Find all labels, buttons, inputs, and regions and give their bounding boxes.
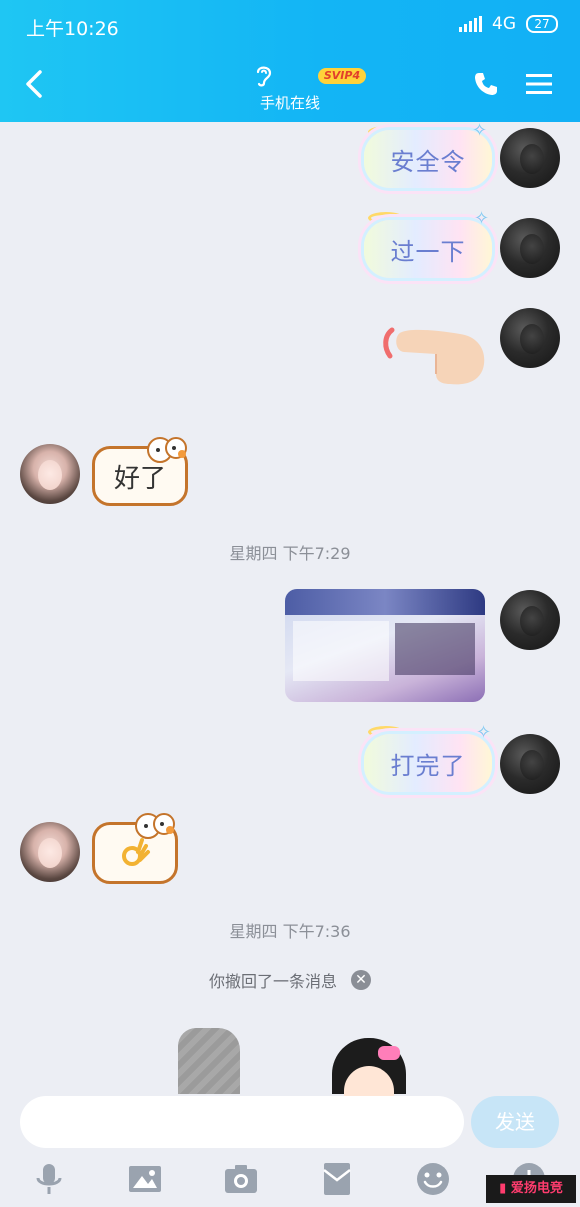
pointing-finger-icon[interactable] bbox=[380, 318, 490, 390]
chat-bubble-sent[interactable]: 过一下 bbox=[364, 220, 492, 278]
chat-header: 上午10:26 4G 27 SVIP4 手机在线 bbox=[0, 0, 580, 122]
watermark-logo: ▮ 爱扬电竞 bbox=[486, 1175, 576, 1203]
recall-notice: 你撤回了一条消息 ✕ bbox=[0, 968, 580, 992]
send-button[interactable]: 发送 bbox=[471, 1096, 559, 1148]
timestamp: 星期四 下午7:29 bbox=[229, 544, 351, 563]
avatar-self[interactable] bbox=[500, 734, 560, 794]
red-packet-icon[interactable] bbox=[318, 1160, 356, 1198]
image-message-thumbnail[interactable] bbox=[285, 589, 485, 702]
wing-icon: ✧ bbox=[476, 722, 492, 743]
message-text: 打完了 bbox=[390, 751, 466, 780]
avatar-self[interactable] bbox=[500, 308, 560, 368]
image-icon[interactable] bbox=[126, 1160, 164, 1198]
avatar-self[interactable] bbox=[500, 128, 560, 188]
message-text: 安全令 bbox=[390, 147, 466, 176]
svip-badge: SVIP4 bbox=[318, 68, 366, 84]
wing-icon: ✧ bbox=[472, 120, 488, 141]
hamster-decoration-icon bbox=[135, 813, 175, 839]
ear-icon[interactable] bbox=[253, 62, 275, 88]
timestamp: 星期四 下午7:36 bbox=[229, 922, 351, 941]
battery-level: 27 bbox=[534, 17, 550, 31]
watermark-text: 爱扬电竞 bbox=[510, 1181, 563, 1196]
ok-hand-icon bbox=[122, 838, 150, 866]
avatar-friend[interactable] bbox=[20, 822, 80, 882]
thumbnail-stats-panel bbox=[293, 621, 389, 681]
status-indicators: 4G 27 bbox=[459, 14, 558, 34]
status-time: 上午10:26 bbox=[26, 18, 119, 40]
battery-icon: 27 bbox=[526, 15, 558, 33]
wing-icon: ✧ bbox=[474, 208, 490, 229]
avatar-self[interactable] bbox=[500, 218, 560, 278]
network-type: 4G bbox=[492, 14, 516, 34]
thumbnail-player-list bbox=[395, 623, 475, 675]
chat-bubble-sent[interactable]: 打完了 bbox=[364, 734, 492, 792]
emoji-icon[interactable] bbox=[414, 1160, 452, 1198]
close-icon[interactable]: ✕ bbox=[351, 970, 371, 990]
hamster-decoration-icon bbox=[147, 437, 187, 463]
camera-icon[interactable] bbox=[222, 1160, 260, 1198]
message-input[interactable] bbox=[20, 1096, 464, 1148]
recall-text: 你撤回了一条消息 bbox=[208, 972, 337, 991]
peeking-character-gray bbox=[178, 1028, 240, 1094]
phone-icon[interactable] bbox=[472, 70, 500, 98]
hair-bow-icon bbox=[378, 1046, 400, 1060]
message-text: 过一下 bbox=[390, 237, 466, 266]
thumbnail-header bbox=[285, 589, 485, 615]
menu-icon[interactable] bbox=[526, 73, 552, 95]
microphone-icon[interactable] bbox=[30, 1160, 68, 1198]
avatar-friend[interactable] bbox=[20, 444, 80, 504]
avatar-self[interactable] bbox=[500, 590, 560, 650]
signal-icon bbox=[459, 16, 482, 32]
